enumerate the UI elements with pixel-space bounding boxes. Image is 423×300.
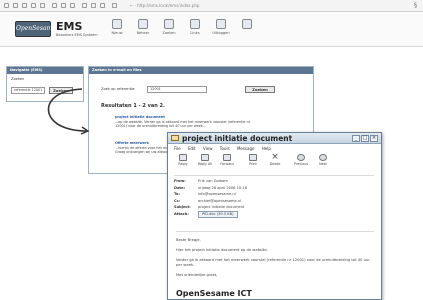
email-window: project initiatie document _ □ × File Ed…: [167, 132, 382, 300]
reply-all-button[interactable]: Reply All: [196, 154, 214, 166]
forward-icon[interactable]: [13, 3, 18, 8]
reply-all-icon: [201, 154, 209, 161]
left-search-button[interactable]: Zoeken: [49, 87, 73, 94]
header-attach: Attach: PID.doc (39.5 KB): [174, 210, 374, 218]
menu-tools[interactable]: Tools: [220, 146, 230, 151]
tool-label: Print: [249, 162, 257, 166]
body-paragraph: Verder ga ik akkoord met het meerwerk vo…: [176, 258, 370, 267]
print-icon[interactable]: [91, 3, 96, 8]
next-icon: [319, 154, 327, 161]
favorites-icon[interactable]: [61, 3, 66, 8]
search-icon: [164, 19, 174, 29]
delete-button[interactable]: × Delete: [266, 152, 284, 167]
nav-item-beheer[interactable]: Beheer: [130, 19, 156, 35]
email-menu: File Edit View Tools Message Help: [174, 146, 277, 151]
body-closing: Met vriendelijke groet,: [176, 273, 218, 277]
search-button[interactable]: Zoeken: [245, 86, 275, 93]
app-header: OpenSesame EMS Bezoekers EMS Systeem Nie…: [0, 13, 423, 47]
discuss-icon[interactable]: [112, 3, 117, 8]
tool-label: Reply: [178, 162, 188, 166]
browser-toolbar: ← · http://ems.local/ems/index.php §: [0, 0, 423, 12]
tool-label: Forward: [220, 162, 234, 166]
menu-view[interactable]: View: [203, 146, 213, 151]
close-icon[interactable]: ×: [370, 135, 378, 142]
search-label: Zoek op referentie:: [101, 87, 136, 91]
email-toolbar: Reply Reply All Forward Print × Delete P…: [174, 152, 374, 170]
body-greeting: Beste Bregje,: [176, 238, 201, 242]
logout-icon: [216, 19, 226, 29]
admin-icon: [138, 19, 148, 29]
left-search-input[interactable]: referentie 12001: [11, 87, 45, 94]
delete-icon: ×: [271, 152, 279, 162]
menu-file[interactable]: File: [174, 146, 181, 151]
new-doc-icon: [112, 19, 122, 29]
nav-label: Zoeken: [162, 31, 176, 35]
app-subtitle: Bezoekers EMS Systeem: [56, 33, 98, 37]
navigation-panel-sub: Zoeken: [11, 77, 25, 81]
tool-label: Next: [319, 162, 327, 166]
navigation-panel-title: Navigatie (EMS): [7, 67, 83, 74]
back-icon[interactable]: [4, 3, 9, 8]
search-input[interactable]: 12001: [147, 86, 207, 93]
previous-button[interactable]: Previous: [292, 154, 310, 166]
tool-label: Delete: [269, 162, 281, 166]
print-button[interactable]: Print: [244, 154, 262, 166]
nav-item-links[interactable]: Links: [182, 19, 208, 35]
tool-label: Previous: [294, 162, 308, 166]
edit-icon[interactable]: [100, 3, 105, 8]
maximize-icon[interactable]: □: [361, 135, 369, 142]
nav-item-uitloggen[interactable]: Uitloggen: [208, 19, 234, 35]
email-title: project initiatie document: [182, 134, 293, 143]
menu-edit[interactable]: Edit: [188, 146, 196, 151]
result-snippet: ...op de website. Verder ga ik akkoord m…: [115, 119, 251, 129]
app-title: EMS: [56, 20, 83, 33]
print-icon: [249, 154, 257, 161]
search-icon[interactable]: [52, 3, 57, 8]
email-headers: From: Erik van Gorkom Date: vrijdag 28 a…: [174, 175, 374, 218]
nav-item-menu[interactable]: [234, 19, 260, 29]
nav-label: Nieuw: [111, 31, 123, 35]
home-icon[interactable]: [40, 3, 45, 8]
refresh-icon[interactable]: [31, 3, 36, 8]
tool-label: Reply All: [197, 162, 213, 166]
envelope-icon: [171, 135, 179, 141]
navigation-panel: Navigatie (EMS) Zoeken referentie 12001 …: [6, 66, 84, 102]
next-button[interactable]: Next: [314, 154, 332, 166]
menu-help[interactable]: Help: [262, 146, 271, 151]
results-count: Resultaten 1 - 2 van 2.: [101, 103, 165, 109]
email-title-bar[interactable]: project initiatie document _ □ ×: [168, 133, 381, 144]
reply-button[interactable]: Reply: [174, 154, 192, 166]
previous-icon: [297, 154, 305, 161]
header-key: Attach:: [174, 211, 189, 216]
mail-icon[interactable]: [82, 3, 87, 8]
links-icon: [190, 19, 200, 29]
menu-message[interactable]: Message: [237, 146, 255, 151]
nav-label: Links: [190, 31, 200, 35]
logo: OpenSesame: [15, 21, 56, 37]
address-path[interactable]: ← · http://ems.local/ems/index.php: [130, 3, 199, 8]
body-paragraph: Hier het project initiatie document op d…: [176, 248, 268, 252]
search-result-1[interactable]: project initiatie document ...op de webs…: [115, 115, 255, 129]
history-icon[interactable]: [70, 3, 75, 8]
email-body: Beste Bregje, Hier het project initiatie…: [176, 231, 374, 283]
reply-icon: [179, 154, 187, 161]
nav-item-zoeken[interactable]: Zoeken: [156, 19, 182, 35]
nav-label: Uitloggen: [212, 31, 230, 35]
nav-item-nieuw[interactable]: Nieuw: [104, 19, 130, 35]
forward-button[interactable]: Forward: [218, 154, 236, 166]
search-panel-title: Zoeken in e-mail en files: [89, 67, 313, 74]
forward-icon: [223, 154, 231, 161]
attachment[interactable]: PID.doc (39.5 KB): [198, 210, 238, 218]
nav-label: Beheer: [136, 31, 150, 35]
menu-icon: [242, 19, 252, 29]
minimize-icon[interactable]: _: [352, 135, 360, 142]
right-glyph: §: [414, 2, 417, 9]
email-signature: OpenSesame ICT: [176, 289, 252, 298]
stop-icon[interactable]: [22, 3, 27, 8]
